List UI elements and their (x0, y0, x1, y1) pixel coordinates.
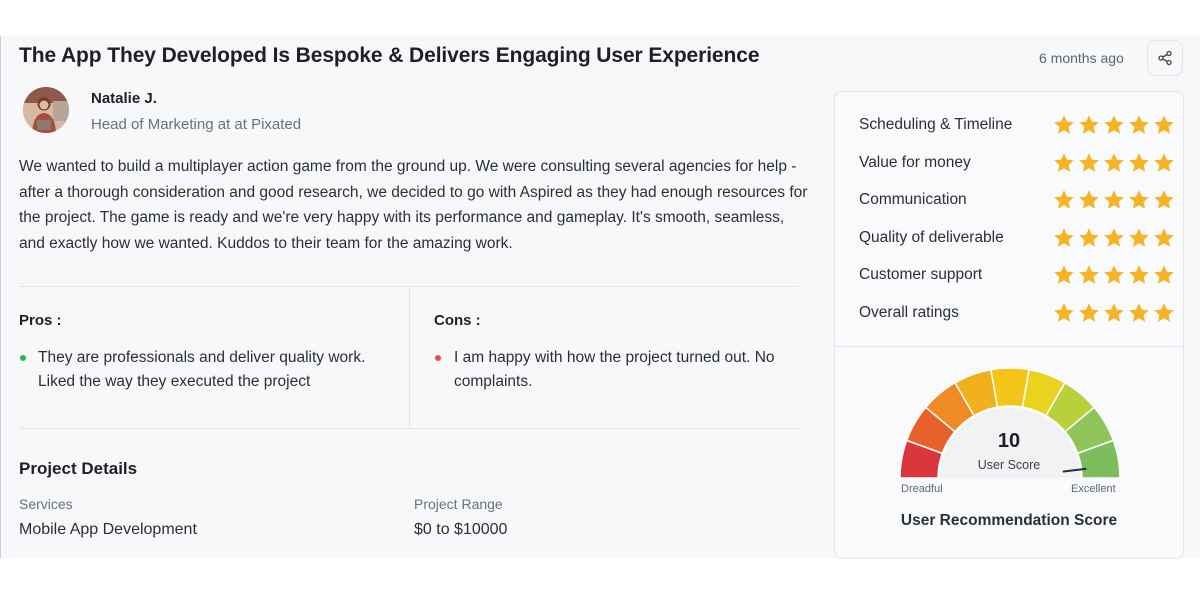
rating-label: Communication (859, 191, 967, 208)
rating-label: Customer support (859, 266, 983, 283)
review-card: The App They Developed Is Bespoke & Deli… (0, 36, 1200, 559)
avatar (23, 87, 69, 133)
pros-item: They are professionals and deliver quali… (38, 349, 366, 390)
star-icon (1079, 115, 1099, 134)
project-range-label: Project Range (414, 496, 503, 512)
share-icon (1158, 50, 1172, 66)
user-recommendation-title: User Recommendation Score (900, 512, 1118, 529)
services-value: Mobile App Development (19, 521, 197, 538)
rating-row: Value for money (859, 152, 1174, 176)
star-icon (1129, 302, 1149, 322)
pros-heading: Pros : (19, 312, 62, 329)
pros-bullet-icon (20, 355, 26, 361)
star-rating (1053, 302, 1175, 324)
star-icon (1054, 227, 1074, 247)
star-rating (1053, 264, 1175, 286)
reviewer-role: Head of Marketing at at Pixated (91, 116, 302, 133)
rating-row: Customer support (859, 264, 1174, 288)
star-rating (1053, 227, 1175, 249)
star-icon (1104, 115, 1124, 134)
star-icon (1129, 227, 1149, 247)
star-icon (1079, 265, 1099, 284)
rating-label: Value for money (859, 153, 971, 171)
reviewer-name: Natalie J. (91, 90, 157, 107)
star-icon (1129, 265, 1149, 284)
review-body: We wanted to build a multiplayer action … (19, 158, 808, 252)
ratings-panel: Scheduling & Timeline Value for money Comm… (834, 91, 1184, 559)
review-title: The App They Developed Is Bespoke & Deli… (19, 44, 760, 67)
star-icon (1129, 152, 1149, 172)
star-icon (1079, 190, 1099, 209)
divider-vertical (409, 288, 410, 428)
review-time: 6 months ago (1039, 50, 1124, 66)
star-icon (1154, 227, 1174, 247)
rating-row: Communication (859, 189, 1174, 213)
services-label: Services (19, 496, 73, 512)
star-icon (1054, 265, 1074, 284)
star-icon (1154, 190, 1174, 209)
star-icon (1104, 152, 1124, 172)
divider (835, 346, 1183, 347)
star-icon (1054, 115, 1074, 134)
star-icon (1079, 152, 1099, 172)
rating-label: Scheduling & Timeline (859, 116, 1013, 133)
star-icon (1154, 115, 1174, 134)
star-icon (1154, 265, 1174, 284)
divider (19, 428, 799, 429)
star-icon (1129, 115, 1149, 134)
gauge-max-label: Excellent (1071, 483, 1116, 495)
cons-bullet-icon (435, 355, 441, 361)
star-rating (1053, 114, 1175, 136)
star-icon (1129, 190, 1149, 209)
star-rating (1053, 189, 1175, 211)
star-icon (1104, 227, 1124, 247)
star-rating (1053, 152, 1175, 174)
rating-row: Overall ratings (859, 302, 1174, 326)
rating-label: Overall ratings (859, 303, 959, 321)
star-icon (1154, 152, 1174, 172)
gauge-min-label: Dreadful (901, 483, 943, 495)
star-icon (1054, 302, 1074, 322)
project-details-heading: Project Details (19, 459, 138, 478)
star-icon (1104, 265, 1124, 284)
star-icon (1104, 190, 1124, 209)
star-icon (1079, 302, 1099, 322)
star-icon (1054, 152, 1074, 172)
cons-item: I am happy with how the project turned o… (454, 349, 775, 390)
star-icon (1079, 227, 1099, 247)
project-range-value: $0 to $10000 (414, 521, 508, 538)
rating-row: Quality of deliverable (859, 227, 1174, 251)
user-score-value: 10 (997, 430, 1021, 452)
star-icon (1054, 190, 1074, 209)
share-button[interactable] (1147, 40, 1183, 76)
divider (19, 286, 799, 287)
star-icon (1154, 302, 1174, 322)
star-icon (1104, 302, 1124, 322)
cons-heading: Cons : (434, 312, 481, 329)
rating-row: Scheduling & Timeline (859, 114, 1174, 138)
rating-label: Quality of deliverable (859, 228, 1004, 246)
user-score-caption: User Score (977, 458, 1041, 472)
